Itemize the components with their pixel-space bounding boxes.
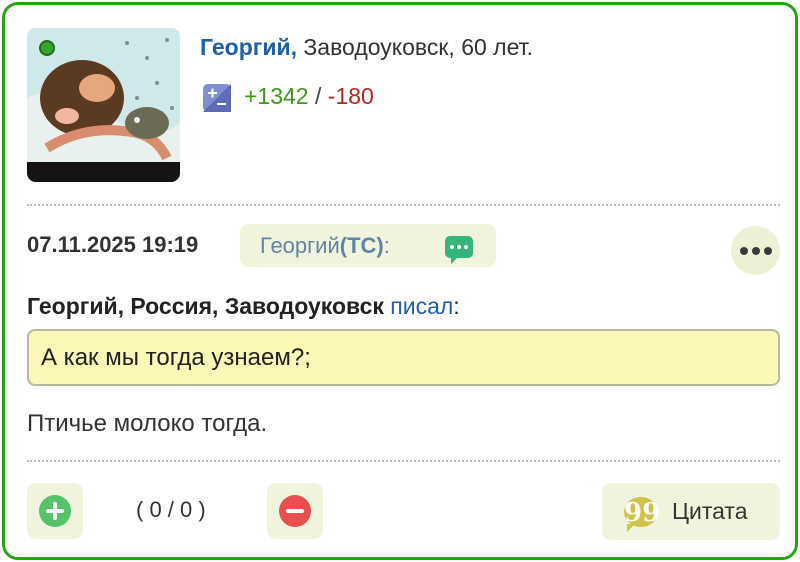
quote-header: Георгий, Россия, Заводоуковск писал: — [27, 291, 460, 321]
topic-starter-tag: (ТС) — [339, 232, 384, 258]
divider — [27, 204, 780, 206]
topic-starter-badge[interactable]: Георгий (ТС): — [240, 224, 496, 267]
author-comma: , — [290, 34, 298, 60]
topic-starter-colon: : — [383, 232, 390, 258]
rating-plus: +1342 — [244, 83, 309, 109]
vote-down-button[interactable] — [267, 483, 323, 539]
more-dots-icon — [739, 246, 748, 255]
vote-up-button[interactable] — [27, 483, 83, 539]
more-options-button[interactable] — [731, 226, 780, 275]
post-card: Георгий, Заводоуковск, 60 лет. +1342 / -… — [2, 2, 798, 560]
minus-circle-icon — [279, 495, 311, 527]
quote-wrote-link[interactable]: писал — [390, 293, 453, 319]
author-name-link[interactable]: Георгий — [200, 34, 291, 60]
quote-bubble-icon: 99 — [624, 496, 661, 532]
plus-circle-icon — [39, 495, 71, 527]
rating-minus: -180 — [327, 83, 374, 109]
vote-count: ( 0 / 0 ) — [136, 497, 206, 522]
chat-bubble-icon[interactable] — [445, 236, 473, 264]
avatar[interactable] — [27, 28, 180, 182]
divider — [27, 460, 780, 462]
quote-button-label: Цитата — [672, 498, 748, 524]
author-line: Георгий, Заводоуковск, 60 лет. — [200, 32, 533, 62]
rating-separator: / — [308, 83, 328, 109]
quote-icon-glyph: 99 — [624, 497, 661, 528]
quote-colon: : — [453, 293, 460, 319]
quote-button[interactable]: 99 Цитата — [602, 483, 780, 540]
quote-author: Георгий, Россия, Заводоуковск — [27, 293, 384, 319]
rating-line: +1342 / -180 — [244, 81, 374, 111]
author-info: Заводоуковск, 60 лет. — [303, 34, 534, 60]
topic-starter-name: Георгий — [260, 232, 340, 258]
quote-text: А как мы тогда узнаем?; — [41, 344, 311, 371]
online-status-dot — [39, 40, 55, 56]
post-datetime: 07.11.2025 19:19 — [27, 232, 199, 257]
rating-plus-minus-icon[interactable] — [203, 84, 231, 112]
post-body-text: Птичье молоко тогда. — [27, 410, 268, 437]
quote-box: А как мы тогда узнаем?; — [27, 329, 780, 386]
